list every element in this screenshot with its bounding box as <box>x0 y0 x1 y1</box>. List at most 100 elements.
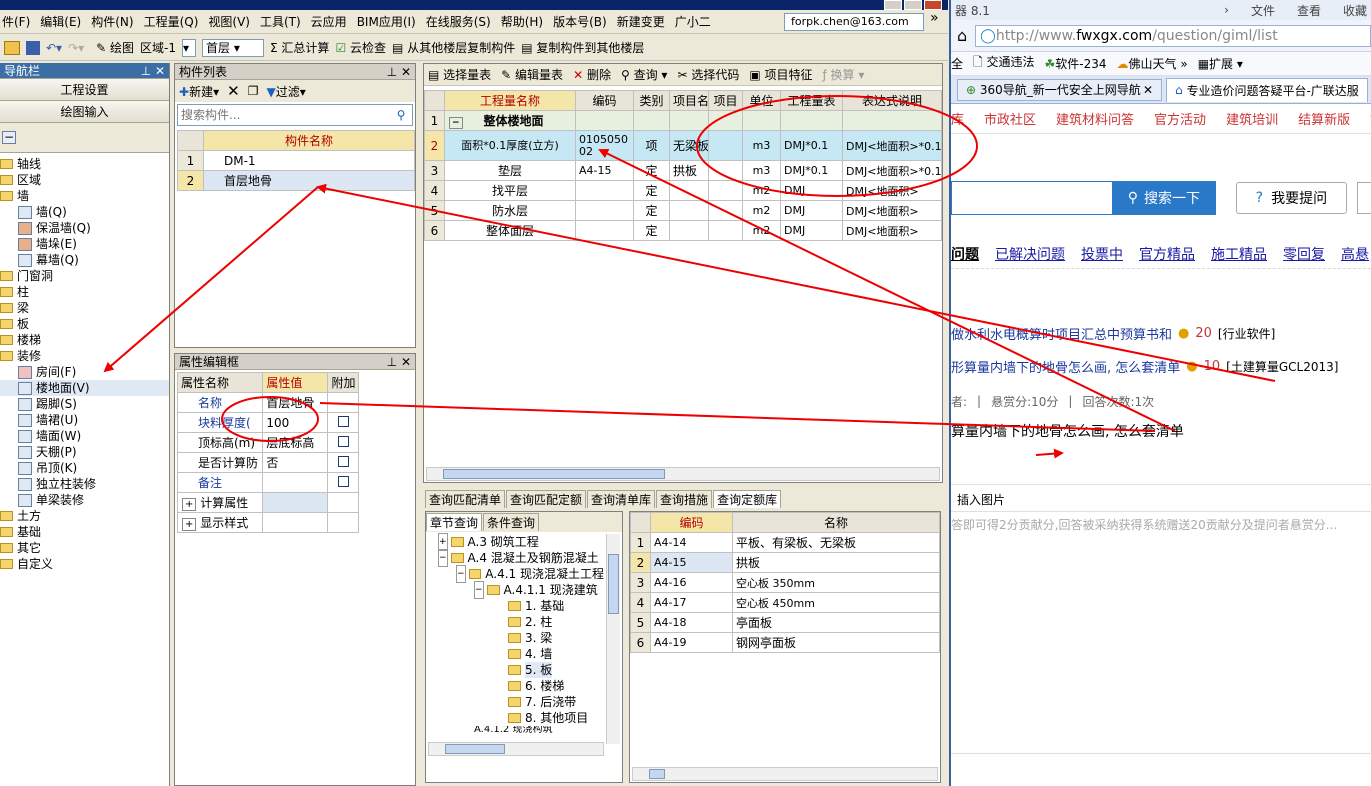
expr-cell[interactable]: DMJ <box>780 180 843 201</box>
site-nav-item[interactable]: 库 <box>951 109 964 128</box>
item-cell[interactable] <box>708 160 743 181</box>
question-item[interactable]: 形算量内墙下的地骨怎么画, 怎么套清单 ● 10 [土建算量GCL2013] <box>951 356 1371 376</box>
tree-item[interactable]: − A.4.1 现浇混凝土工程 <box>438 565 604 583</box>
select-table-button[interactable]: ▤ 选择量表 <box>428 66 491 83</box>
site-nav-item[interactable]: 结算新版 <box>1298 109 1350 128</box>
tree-item[interactable]: − A.4.1.1 现浇建筑 <box>438 581 604 599</box>
qtab-voting[interactable]: 投票中 <box>1081 244 1123 264</box>
edit-table-button[interactable]: ✎ 编辑量表 <box>501 66 563 83</box>
qtab-zero-reply[interactable]: 零回复 <box>1283 244 1325 264</box>
browser-menu-view[interactable]: 查看 <box>1297 2 1321 19</box>
extensions-button[interactable]: ▦扩展 ▾ <box>1198 55 1243 72</box>
tab-match-quota[interactable]: 查询匹配定额 <box>506 490 587 508</box>
floor-select[interactable]: 首层 ▾ <box>202 38 265 57</box>
new-component-button[interactable]: ✚新建▾ <box>179 83 219 100</box>
table-row[interactable]: 5 A4-18 亭面板 <box>630 612 940 633</box>
insert-image-button[interactable]: 插入图片 <box>957 493 1005 507</box>
item-cell[interactable] <box>708 180 743 201</box>
menu-version[interactable]: 版本号(B) <box>553 13 607 30</box>
browser-menu-favorites[interactable]: 收藏 <box>1343 2 1367 19</box>
qtab-high-bounty[interactable]: 高悬 <box>1341 244 1369 264</box>
tree-item-insulation-wall[interactable]: 保温墙(Q) <box>0 220 169 236</box>
tree-item-openings[interactable]: 门窗洞 <box>0 268 169 284</box>
tab-measures[interactable]: 查询措施 <box>656 490 713 508</box>
tree-item-dado[interactable]: 墙裙(U) <box>0 412 169 428</box>
more-button[interactable] <box>1357 182 1371 214</box>
bookmark-traffic[interactable]: 🗋 交通违法 <box>973 53 1034 74</box>
tree-item-ceiling[interactable]: 天棚(P) <box>0 444 169 460</box>
table-row[interactable]: 3 垫层 A4-15 定 拱板 m3 DMJ*0.1 DMJ<地面积>*0.1 <box>424 160 942 181</box>
tab-list-library[interactable]: 查询清单库 <box>587 490 656 508</box>
item-feature-button[interactable]: ▣ 项目特征 <box>749 66 812 83</box>
tab-quota-library[interactable]: 查询定额库 <box>713 490 782 508</box>
horizontal-scrollbar[interactable] <box>426 467 940 481</box>
qty-name-cell[interactable]: 防水层 <box>444 200 576 221</box>
prop-value-input[interactable]: 首层地骨 <box>262 392 329 413</box>
scrollbar-thumb[interactable] <box>445 744 505 754</box>
prop-value-input[interactable] <box>262 472 329 493</box>
search-button[interactable]: ⚲ 搜索一下 <box>1112 181 1216 215</box>
unit-cell[interactable]: m2 <box>742 180 781 201</box>
browser-menu-file[interactable]: 文件 <box>1251 2 1275 19</box>
pin-close-icon[interactable]: ⊥ ✕ <box>387 65 411 79</box>
item-name-cell[interactable] <box>669 220 709 241</box>
horizontal-scrollbar[interactable] <box>632 767 938 781</box>
tree-item-stairs[interactable]: 楼梯 <box>0 332 169 348</box>
close-button[interactable] <box>924 0 942 10</box>
code-cell[interactable] <box>575 200 634 221</box>
scrollbar-thumb[interactable] <box>608 554 619 614</box>
prop-value-input[interactable]: 100 <box>262 412 329 433</box>
extra-checkbox[interactable] <box>337 435 349 447</box>
table-row[interactable]: 3 A4-16 空心板 350mm <box>630 572 940 593</box>
region-dropdown[interactable]: ▾ <box>182 38 197 57</box>
bookmark-weather[interactable]: ☁佛山天气 » <box>1117 55 1188 72</box>
account-dropdown[interactable]: forpk.chen@163.com ▾ <box>784 13 924 44</box>
tree-item-axis[interactable]: 轴线 <box>0 156 169 172</box>
table-row[interactable]: 1 A4-14 平板、有梁板、无梁板 <box>630 532 940 553</box>
expr-cell[interactable]: DMJ <box>780 200 843 221</box>
desc-cell[interactable]: DMJ<地面积> <box>842 220 942 241</box>
tree-item[interactable]: 7. 后浇带 <box>438 694 604 710</box>
collapse-icon[interactable]: − <box>449 117 463 129</box>
desc-cell[interactable]: DMJ<地面积> <box>842 200 942 221</box>
tree-item-region[interactable]: 区域 <box>0 172 169 188</box>
tab-chapter-query[interactable]: 章节查询 <box>426 513 483 531</box>
question-title[interactable]: 做水利水电概算时项目汇总中预算书和 <box>951 324 1172 343</box>
type-cell[interactable]: 定 <box>633 180 670 201</box>
tree-item-skirting[interactable]: 踢脚(S) <box>0 396 169 412</box>
table-row[interactable]: 2 面积*0.1厚度(立方) 010505002 项 无梁板 m3 DMJ*0.… <box>424 130 942 161</box>
tree-item-room[interactable]: 房间(F) <box>0 364 169 380</box>
table-row[interactable]: 2 A4-15 拱板 <box>630 552 940 573</box>
expand-icon[interactable]: + <box>182 518 197 531</box>
delete-button[interactable]: ✕ 删除 <box>573 66 611 83</box>
table-row[interactable]: 6 A4-19 钢网亭面板 <box>630 632 940 653</box>
extra-checkbox[interactable] <box>337 455 349 467</box>
qtab-questions[interactable]: 问题 <box>951 244 979 264</box>
component-name-cell[interactable]: DM-1 <box>203 150 415 171</box>
copy-to-floor-button[interactable]: ▤ 复制构件到其他楼层 <box>521 39 644 56</box>
tree-item-wall-surface[interactable]: 墙面(W) <box>0 428 169 444</box>
extra-checkbox[interactable] <box>337 475 349 487</box>
menu-component[interactable]: 构件(N) <box>91 13 133 30</box>
collapse-all-icon[interactable]: − <box>2 131 16 144</box>
menu-tools[interactable]: 工具(T) <box>260 13 301 30</box>
component-name-cell[interactable]: 首层地骨 <box>203 170 415 191</box>
minimize-button[interactable] <box>884 0 902 10</box>
table-row[interactable]: 4 A4-17 空心板 450mm <box>630 592 940 613</box>
pin-close-icon[interactable]: ⊥ ✕ <box>387 355 411 369</box>
question-item[interactable]: 做水利水电概算时项目汇总中预算书和 ● 20 [行业软件] <box>951 323 1371 343</box>
tree-item-other[interactable]: 其它 <box>0 540 169 556</box>
site-search-input[interactable] <box>951 181 1113 215</box>
type-cell[interactable]: 定 <box>633 160 670 181</box>
tree-item[interactable]: − A.4 混凝土及钢筋混凝土 <box>438 549 604 567</box>
menu-cloud[interactable]: 云应用 <box>311 13 347 30</box>
menu-help[interactable]: 帮助(H) <box>501 13 543 30</box>
unit-cell[interactable]: m3 <box>742 160 781 181</box>
answer-textarea[interactable]: 答即可得2分贡献分,回答被采纳获得系统赠送20贡献分及提问者悬赏分... <box>951 512 1371 754</box>
tree-item-column[interactable]: 柱 <box>0 284 169 300</box>
menu-online[interactable]: 在线服务(S) <box>426 13 491 30</box>
prop-group-display[interactable]: + 显示样式 <box>176 512 359 533</box>
item-cell[interactable] <box>708 220 743 241</box>
qtab-official[interactable]: 官方精品 <box>1139 244 1195 264</box>
desc-cell[interactable]: DMJ<地面积>*0.1 <box>842 130 942 161</box>
